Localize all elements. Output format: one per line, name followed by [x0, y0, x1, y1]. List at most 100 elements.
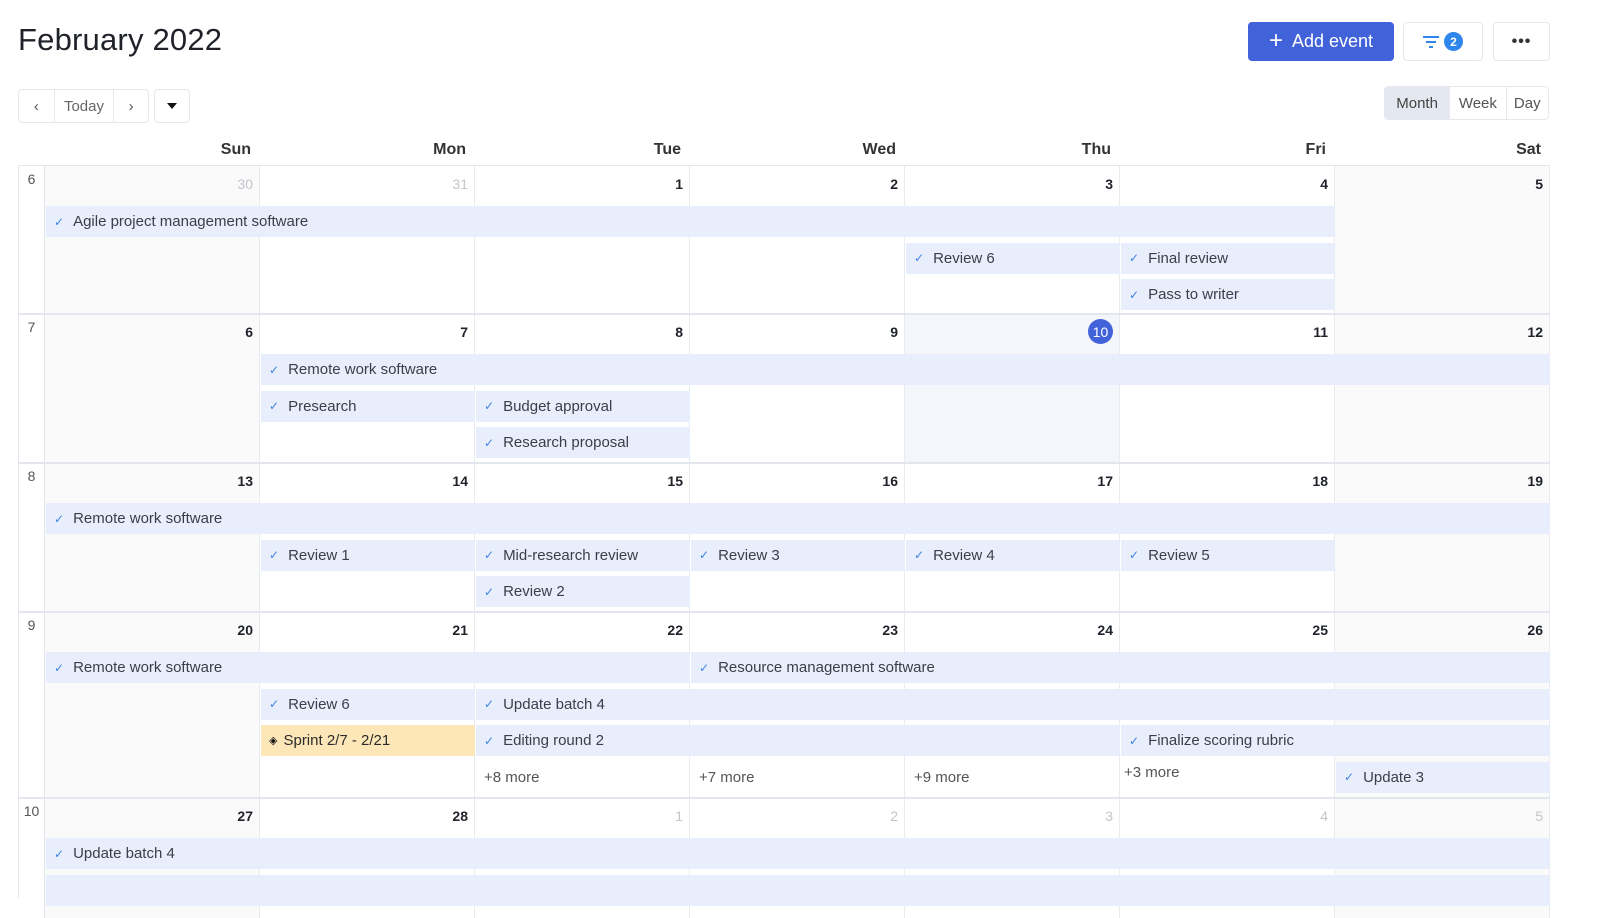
calendar-event[interactable]: ✓ Review 6: [906, 242, 1120, 274]
calendar-event[interactable]: ✓ Review 4: [906, 539, 1120, 571]
calendar-event[interactable]: ✓ Agile project management software: [46, 206, 1335, 237]
week-number: 7: [19, 314, 45, 463]
calendar-event[interactable]: ✓ Mid-research review: [476, 539, 690, 571]
day-cell[interactable]: 31: [260, 166, 475, 314]
day-number[interactable]: 7: [460, 324, 468, 340]
day-number[interactable]: 25: [1312, 622, 1328, 638]
view-day-tab[interactable]: Day: [1505, 87, 1548, 119]
weekday-wed: Wed: [862, 141, 896, 158]
day-number[interactable]: 4: [1320, 176, 1328, 192]
day-number[interactable]: 20: [237, 622, 253, 638]
calendar-event[interactable]: ✓ Presearch: [261, 390, 475, 422]
day-number[interactable]: 31: [452, 176, 468, 192]
day-number[interactable]: 1: [675, 176, 683, 192]
calendar-event[interactable]: [46, 874, 1550, 906]
calendar-event[interactable]: ✓ Review 3: [691, 539, 905, 571]
day-number[interactable]: 26: [1527, 622, 1543, 638]
next-button[interactable]: ›: [114, 90, 148, 122]
day-number[interactable]: 1: [675, 808, 683, 824]
day-number[interactable]: 12: [1527, 324, 1543, 340]
day-number[interactable]: 27: [237, 808, 253, 824]
day-cell[interactable]: 6: [45, 314, 260, 463]
day-number[interactable]: 5: [1535, 176, 1543, 192]
day-number[interactable]: 23: [882, 622, 898, 638]
calendar-event[interactable]: ✓ Editing round 2: [476, 725, 1120, 756]
view-month-tab[interactable]: Month: [1385, 87, 1450, 119]
day-number[interactable]: 30: [237, 176, 253, 192]
day-cell[interactable]: 7: [260, 314, 475, 463]
show-more-link[interactable]: +9 more: [914, 769, 969, 786]
calendar-event[interactable]: ✓ Review 1: [261, 539, 475, 571]
day-cell[interactable]: 19: [1335, 463, 1550, 612]
calendar-event[interactable]: ✓ Budget approval: [476, 390, 690, 422]
sprint-event[interactable]: ◈ Sprint 2/7 - 2/21: [261, 725, 475, 756]
today-button[interactable]: Today: [55, 90, 115, 122]
day-number[interactable]: 8: [675, 324, 683, 340]
day-cell[interactable]: 14: [260, 463, 475, 612]
day-cell[interactable]: 13: [45, 463, 260, 612]
calendar-event[interactable]: ✓ Resource management software: [691, 652, 1550, 683]
check-icon: ✓: [484, 584, 495, 599]
calendar-event[interactable]: ✓ Finalize scoring rubric: [1121, 725, 1550, 756]
day-number[interactable]: 11: [1313, 324, 1328, 340]
calendar-event[interactable]: ✓ Review 6: [261, 688, 475, 720]
day-number[interactable]: 17: [1097, 473, 1113, 489]
day-cell[interactable]: 10: [905, 314, 1120, 463]
day-number[interactable]: 2: [890, 808, 898, 824]
day-number[interactable]: 28: [452, 808, 468, 824]
calendar-event[interactable]: ✓ Final review: [1121, 242, 1335, 274]
calendar-event[interactable]: ✓ Update batch 4: [476, 688, 1550, 720]
day-number[interactable]: 9: [890, 324, 898, 340]
day-number[interactable]: 19: [1527, 473, 1543, 489]
event-title: Review 6: [933, 249, 995, 267]
day-cell[interactable]: 20: [45, 612, 260, 798]
add-event-button[interactable]: + Add event: [1248, 22, 1394, 61]
day-number[interactable]: 21: [452, 622, 468, 638]
day-cell[interactable]: 5: [1335, 166, 1550, 314]
day-number[interactable]: 13: [237, 473, 253, 489]
day-cell[interactable]: 3: [905, 166, 1120, 314]
calendar-event[interactable]: ✓ Remote work software: [46, 503, 1550, 534]
day-number[interactable]: 16: [882, 473, 898, 489]
chevron-right-icon: ›: [128, 97, 134, 115]
calendar-event[interactable]: ✓ Update 3: [1336, 761, 1550, 793]
view-week-tab[interactable]: Week: [1449, 87, 1505, 119]
day-cell[interactable]: 30: [45, 166, 260, 314]
day-number[interactable]: 18: [1312, 473, 1328, 489]
day-number[interactable]: 2: [890, 176, 898, 192]
calendar-event[interactable]: ✓ Review 2: [476, 576, 690, 607]
show-more-link[interactable]: +3 more: [1124, 764, 1179, 781]
day-number[interactable]: 15: [667, 473, 683, 489]
day-number[interactable]: 4: [1320, 808, 1328, 824]
calendar-event[interactable]: ✓ Remote work software: [46, 652, 690, 683]
week-number: 6: [19, 166, 45, 314]
day-cell[interactable]: 18: [1120, 463, 1335, 612]
day-cell[interactable]: 16: [690, 463, 905, 612]
date-picker-dropdown[interactable]: [154, 89, 190, 123]
show-more-link[interactable]: +7 more: [699, 769, 754, 786]
day-cell[interactable]: 12: [1335, 314, 1550, 463]
day-cell[interactable]: 1: [475, 166, 690, 314]
day-number[interactable]: 3: [1105, 176, 1113, 192]
calendar-event[interactable]: ✓ Review 5: [1121, 539, 1335, 571]
calendar-event[interactable]: ✓ Remote work software: [261, 354, 1550, 385]
day-cell[interactable]: 2: [690, 166, 905, 314]
day-cell[interactable]: 17: [905, 463, 1120, 612]
day-cell[interactable]: 9: [690, 314, 905, 463]
previous-button[interactable]: ‹: [19, 90, 55, 122]
filter-button[interactable]: 2: [1403, 22, 1483, 61]
day-number[interactable]: 14: [452, 473, 468, 489]
calendar-event[interactable]: ✓ Pass to writer: [1121, 279, 1335, 310]
calendar-event[interactable]: ✓ Update batch 4: [46, 838, 1550, 869]
calendar-event[interactable]: ✓ Research proposal: [476, 427, 690, 458]
day-number[interactable]: 24: [1097, 622, 1113, 638]
day-number[interactable]: 3: [1105, 808, 1113, 824]
today-date-badge[interactable]: 10: [1088, 319, 1113, 344]
event-title: Update 3: [1363, 768, 1424, 786]
day-number[interactable]: 5: [1535, 808, 1543, 824]
show-more-link[interactable]: +8 more: [484, 769, 539, 786]
day-cell[interactable]: 11: [1120, 314, 1335, 463]
more-options-button[interactable]: •••: [1493, 22, 1550, 61]
day-number[interactable]: 6: [245, 324, 253, 340]
day-number[interactable]: 22: [667, 622, 683, 638]
